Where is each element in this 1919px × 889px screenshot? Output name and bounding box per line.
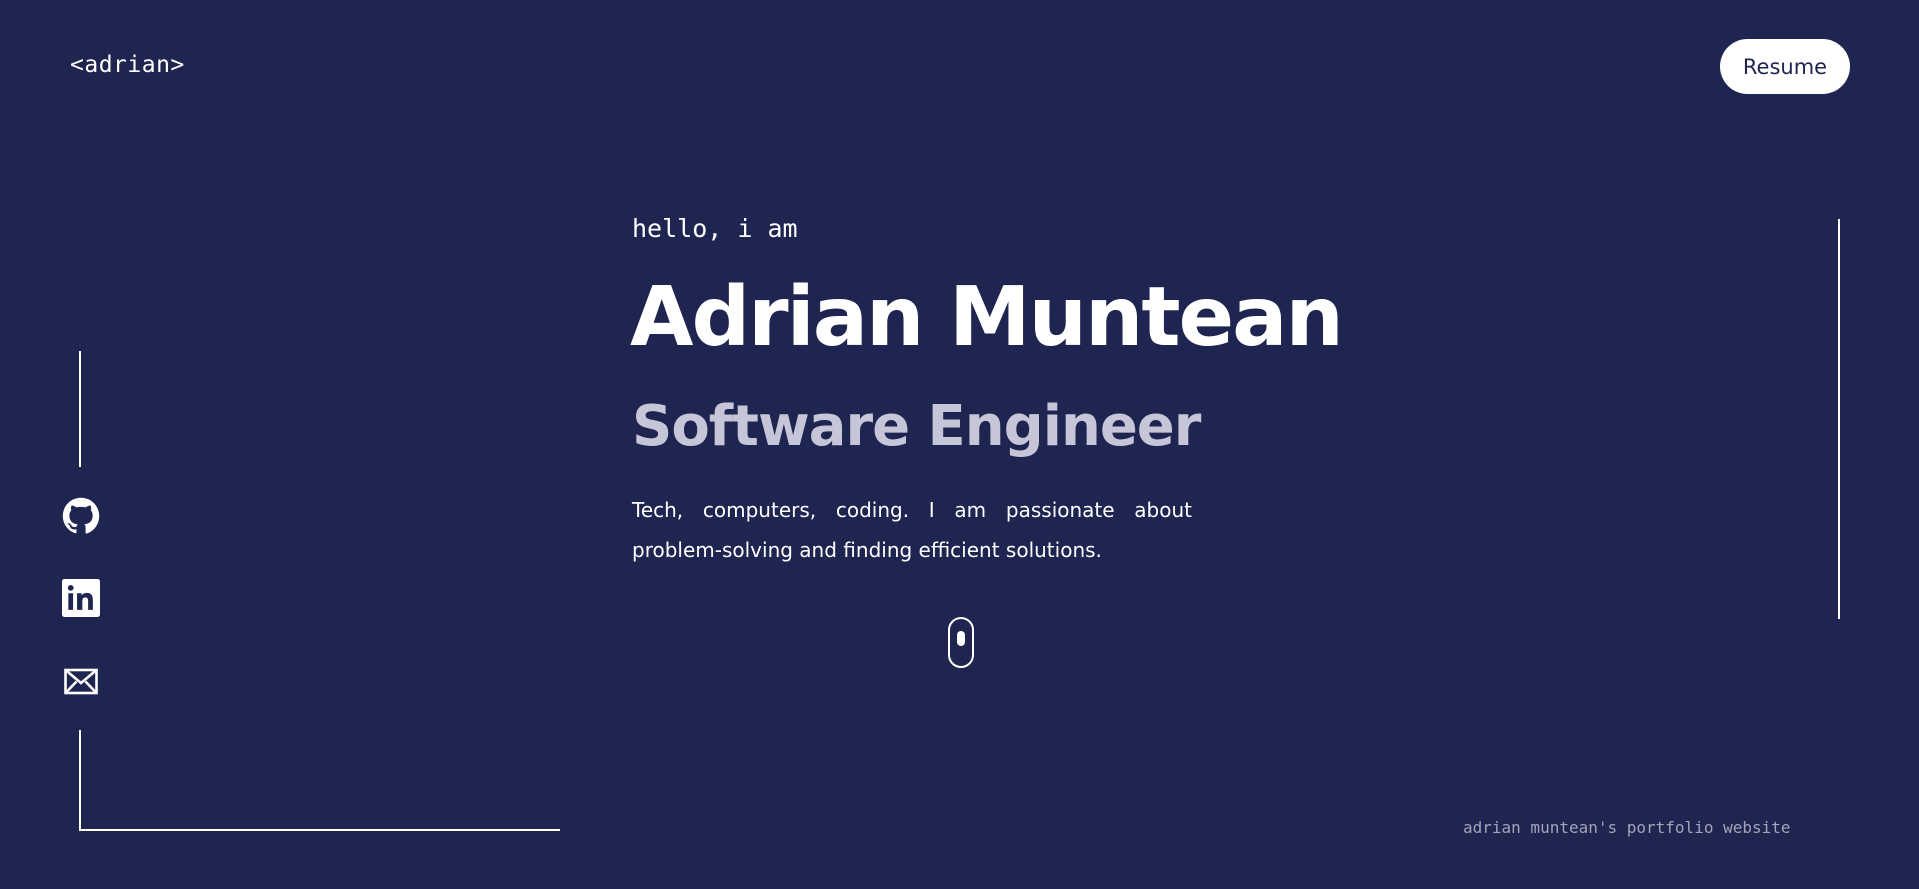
scroll-down-indicator[interactable] — [948, 617, 974, 668]
email-link[interactable] — [62, 663, 100, 701]
footer-note: adrian muntean's portfolio website — [1463, 818, 1791, 837]
bottom-horizontal-line — [79, 829, 560, 831]
scroll-dot — [957, 631, 965, 646]
social-rail-top-line — [79, 351, 81, 467]
github-icon — [62, 497, 100, 534]
resume-button[interactable]: Resume — [1720, 39, 1850, 94]
right-vertical-line — [1838, 219, 1840, 619]
social-rail-bottom-line — [79, 730, 81, 831]
linkedin-link[interactable] — [62, 579, 100, 617]
mail-icon — [64, 668, 98, 695]
hero-bio: Tech, computers, coding. I am passionate… — [632, 498, 1192, 562]
hero-name: Adrian Muntean — [630, 270, 1344, 365]
github-link[interactable] — [62, 497, 100, 535]
hero-role: Software Engineer — [632, 394, 1201, 459]
hero-greeting: hello, i am — [632, 214, 798, 243]
linkedin-icon — [62, 579, 100, 617]
site-logo[interactable]: <adrian> — [70, 52, 185, 78]
